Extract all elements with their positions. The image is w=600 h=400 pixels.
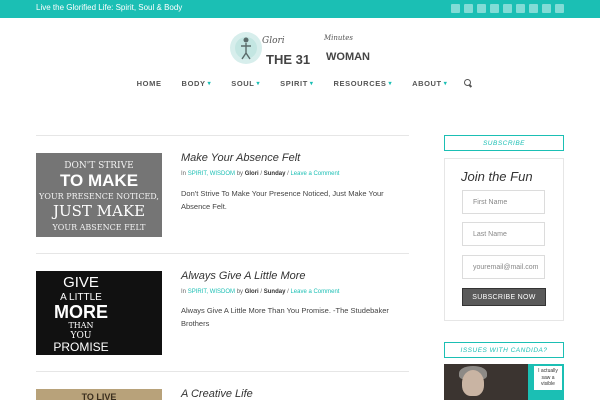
testimonial-callout: I actually saw a visible	[528, 364, 564, 400]
chevron-down-icon: ▾	[309, 80, 314, 87]
svg-text:TO MAKE: TO MAKE	[60, 171, 138, 190]
subscribe-widget-header: SUBSCRIBE	[444, 135, 564, 151]
nav-body-label: BODY	[181, 78, 206, 88]
post-thumbnail[interactable]: TO LIVE	[36, 389, 162, 400]
svg-text:WOMAN: WOMAN	[326, 51, 370, 63]
svg-text:YOUR ABSENCE FELT: YOUR ABSENCE FELT	[51, 223, 146, 232]
last-name-field[interactable]: Last Name	[462, 222, 545, 246]
instagram-icon[interactable]	[516, 4, 525, 13]
post-categories[interactable]: SPIRIT, WISDOM	[188, 289, 235, 295]
youtube-icon[interactable]	[503, 4, 512, 13]
pinterest-icon[interactable]	[529, 4, 538, 13]
nav-about-label: ABOUT	[412, 78, 442, 88]
chevron-down-icon: ▾	[207, 80, 212, 87]
post-meta: In SPIRIT, WISDOM by Glori / Sunday / Le…	[181, 289, 340, 295]
post-meta: In SPIRIT, WISDOM by Glori / Sunday / Le…	[181, 171, 340, 177]
testimonial-quote: I actually saw a visible	[534, 366, 562, 390]
photo-face	[462, 370, 484, 396]
post-author[interactable]: Glori	[245, 171, 259, 177]
leave-comment-link[interactable]: Leave a Comment	[290, 289, 339, 295]
candida-promo-image[interactable]: I actually saw a visible	[444, 364, 564, 400]
svg-text:DON'T STRIVE: DON'T STRIVE	[64, 161, 133, 171]
post-divider	[36, 135, 409, 136]
svg-text:Minutes: Minutes	[323, 34, 353, 42]
rss-icon[interactable]	[555, 4, 564, 13]
join-title: Join the Fun	[461, 169, 533, 184]
post-categories[interactable]: SPIRIT, WISDOM	[188, 171, 235, 177]
top-bar: Live the Glorified Life: Spirit, Soul & …	[0, 0, 600, 18]
nav-resources[interactable]: RESOURCES ▾	[334, 79, 393, 88]
leave-comment-link[interactable]: Leave a Comment	[290, 171, 339, 177]
post-day: Sunday	[263, 171, 286, 177]
post-thumbnail[interactable]: GIVE A LITTLE MORE THAN YOU PROMISE	[36, 271, 162, 355]
nav-spirit-label: SPIRIT	[280, 78, 308, 88]
nav-soul[interactable]: SOUL ▾	[231, 79, 260, 88]
facebook-icon[interactable]	[451, 4, 460, 13]
nav-spirit[interactable]: SPIRIT ▾	[280, 79, 313, 88]
nav-body[interactable]: BODY ▾	[182, 79, 212, 88]
post-title[interactable]: Always Give A Little More	[181, 270, 306, 282]
main-nav: HOME BODY ▾ SOUL ▾ SPIRIT ▾ RESOURCES ▾ ABOU…	[0, 78, 600, 88]
nav-about[interactable]: ABOUT ▾	[412, 79, 447, 88]
post-divider	[36, 253, 409, 254]
social-icons	[451, 4, 564, 13]
first-name-field[interactable]: First Name	[462, 190, 545, 214]
svg-text:GIVE: GIVE	[63, 274, 99, 291]
svg-text:THAN: THAN	[68, 321, 93, 330]
chevron-down-icon: ▾	[256, 80, 261, 87]
svg-text:TO LIVE: TO LIVE	[82, 392, 117, 400]
meta-prefix: In	[181, 171, 187, 177]
post-divider	[36, 371, 409, 372]
site-tagline: Live the Glorified Life: Spirit, Soul & …	[36, 3, 183, 12]
nav-resources-label: RESOURCES	[333, 78, 387, 88]
tumblr-icon[interactable]	[542, 4, 551, 13]
meta-by: by	[236, 289, 244, 295]
email-field[interactable]: youremail@mail.com	[462, 255, 545, 279]
nav-home[interactable]: HOME	[137, 79, 162, 88]
post-title[interactable]: Make Your Absence Felt	[181, 152, 300, 164]
post-excerpt: Don't Strive To Make Your Presence Notic…	[181, 189, 384, 211]
subscribe-now-button[interactable]: SUBSCRIBE NOW	[462, 288, 546, 306]
svg-text:MORE: MORE	[54, 302, 108, 322]
meta-prefix: In	[181, 289, 187, 295]
meta-by: by	[236, 171, 244, 177]
post-day: Sunday	[263, 289, 286, 295]
post-title[interactable]: A Creative Life	[181, 388, 253, 400]
chevron-down-icon: ▾	[388, 80, 393, 87]
google-plus-icon[interactable]	[477, 4, 486, 13]
candida-widget-header: ISSUES WITH CANDIDA?	[444, 342, 564, 358]
post-thumbnail[interactable]: DON'T STRIVE TO MAKE YOUR PRESENCE NOTIC…	[36, 153, 162, 237]
nav-home-label: HOME	[136, 78, 162, 88]
testimonial-photo	[444, 364, 528, 400]
twitter-icon[interactable]	[464, 4, 473, 13]
search-icon[interactable]	[463, 78, 473, 88]
nav-soul-label: SOUL	[231, 78, 255, 88]
svg-text:PROMISE: PROMISE	[53, 340, 108, 354]
post-excerpt: Always Give A Little More Than You Promi…	[181, 306, 389, 328]
svg-text:JUST MAKE: JUST MAKE	[51, 202, 145, 220]
site-logo[interactable]: Glori THE 31 Minutes WOMAN	[228, 26, 370, 70]
svg-text:YOUR PRESENCE NOTICED,: YOUR PRESENCE NOTICED,	[38, 192, 159, 201]
chevron-down-icon: ▾	[443, 80, 448, 87]
linkedin-icon[interactable]	[490, 4, 499, 13]
post-author[interactable]: Glori	[245, 289, 259, 295]
svg-text:Glori: Glori	[262, 36, 285, 46]
svg-text:THE 31: THE 31	[266, 52, 310, 67]
